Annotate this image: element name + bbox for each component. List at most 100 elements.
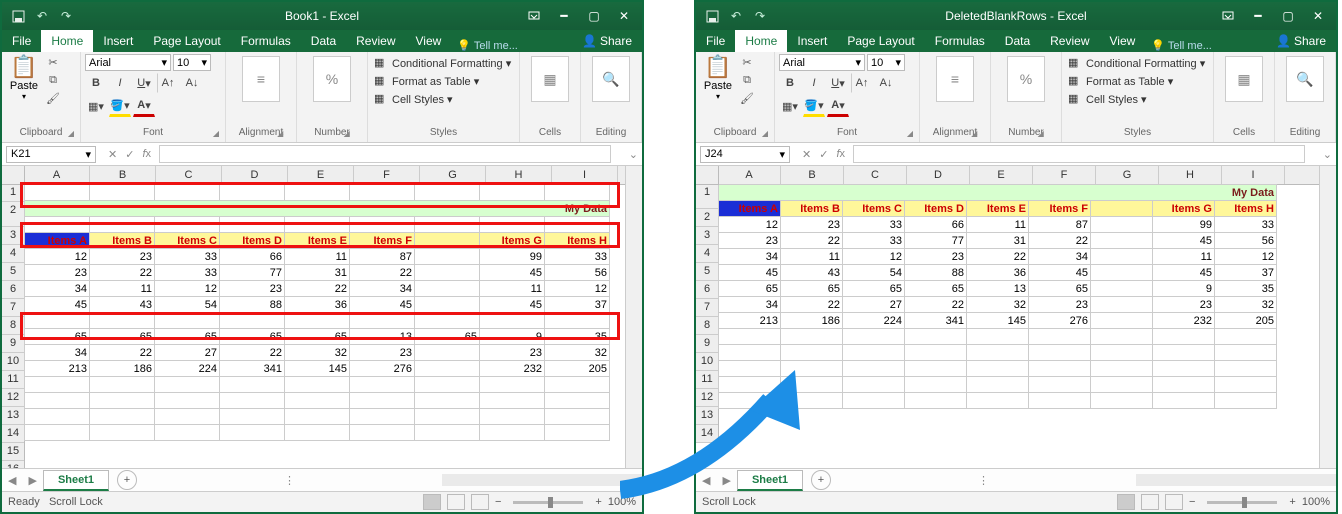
- cell[interactable]: [220, 217, 285, 233]
- zoom-in-button[interactable]: +: [1289, 496, 1295, 508]
- conditional-formatting-button[interactable]: ▦Conditional Formatting ▾: [1066, 54, 1209, 72]
- cell[interactable]: 43: [781, 265, 843, 281]
- cell[interactable]: 12: [155, 281, 220, 297]
- cell[interactable]: [1091, 313, 1153, 329]
- cell[interactable]: 23: [1153, 297, 1215, 313]
- cell[interactable]: [415, 345, 480, 361]
- cell[interactable]: [25, 409, 90, 425]
- cell[interactable]: [155, 425, 220, 441]
- font-size-select[interactable]: 10▾: [867, 54, 905, 71]
- cell[interactable]: [843, 345, 905, 361]
- cell[interactable]: 22: [90, 265, 155, 281]
- cell[interactable]: Items B: [781, 201, 843, 217]
- tab-formulas[interactable]: Formulas: [231, 30, 301, 52]
- cell[interactable]: [545, 313, 610, 329]
- cell[interactable]: 224: [843, 313, 905, 329]
- cell[interactable]: [155, 217, 220, 233]
- cell[interactable]: Items H: [1215, 201, 1277, 217]
- dialog-launcher-icon[interactable]: ◢: [344, 129, 350, 138]
- cell[interactable]: 11: [90, 281, 155, 297]
- dialog-launcher-icon[interactable]: ◢: [907, 129, 913, 138]
- cell[interactable]: 65: [285, 329, 350, 345]
- row-header[interactable]: 9: [696, 335, 718, 353]
- fill-color-button[interactable]: 🪣▾: [109, 95, 131, 117]
- cell[interactable]: 186: [90, 361, 155, 377]
- vertical-scrollbar[interactable]: [625, 166, 642, 468]
- cell[interactable]: [1091, 217, 1153, 233]
- row-header[interactable]: 13: [2, 407, 24, 425]
- page-layout-view-icon[interactable]: [1141, 494, 1159, 510]
- cell[interactable]: 31: [967, 233, 1029, 249]
- row-header[interactable]: 16: [2, 461, 24, 468]
- cell[interactable]: [967, 329, 1029, 345]
- cell[interactable]: [350, 393, 415, 409]
- row-header[interactable]: 14: [696, 425, 718, 443]
- undo-icon[interactable]: ↶: [34, 8, 50, 24]
- cell[interactable]: [90, 185, 155, 201]
- cell[interactable]: [415, 393, 480, 409]
- cell[interactable]: [155, 313, 220, 329]
- tab-view[interactable]: View: [1100, 30, 1146, 52]
- cell[interactable]: [480, 409, 545, 425]
- cell[interactable]: 27: [843, 297, 905, 313]
- fx-icon[interactable]: fx: [142, 148, 151, 160]
- cell[interactable]: 35: [545, 329, 610, 345]
- minimize-button[interactable]: ━: [1244, 5, 1272, 27]
- cell[interactable]: 23: [220, 281, 285, 297]
- cell[interactable]: [90, 425, 155, 441]
- decrease-font-icon[interactable]: A↓: [875, 73, 897, 93]
- cell[interactable]: [843, 329, 905, 345]
- cell[interactable]: Items E: [285, 233, 350, 249]
- cell[interactable]: 22: [781, 297, 843, 313]
- horizontal-scrollbar[interactable]: [1136, 474, 1336, 486]
- sheet-nav-next-icon[interactable]: ▶: [22, 474, 42, 487]
- cell[interactable]: [350, 409, 415, 425]
- sheet-tab[interactable]: Sheet1: [737, 470, 803, 491]
- cell[interactable]: 341: [220, 361, 285, 377]
- cell[interactable]: 27: [155, 345, 220, 361]
- find-icon[interactable]: 🔍: [592, 56, 630, 102]
- col-header[interactable]: F: [1033, 166, 1096, 184]
- cell[interactable]: [415, 217, 480, 233]
- cell[interactable]: 65: [415, 329, 480, 345]
- tab-split-icon[interactable]: ⋮: [278, 474, 301, 487]
- cell[interactable]: Items H: [545, 233, 610, 249]
- name-box[interactable]: K21▾: [6, 146, 96, 163]
- col-header[interactable]: C: [844, 166, 907, 184]
- cell[interactable]: [285, 393, 350, 409]
- enter-icon[interactable]: ✓: [125, 148, 134, 161]
- cell[interactable]: [1029, 377, 1091, 393]
- cell[interactable]: 13: [967, 281, 1029, 297]
- cell[interactable]: 11: [967, 217, 1029, 233]
- tab-home[interactable]: Home: [735, 30, 787, 52]
- cell[interactable]: 22: [285, 281, 350, 297]
- col-header[interactable]: G: [1096, 166, 1159, 184]
- cell[interactable]: [220, 425, 285, 441]
- cell-grid[interactable]: My DataItems AItems BItems CItems DItems…: [718, 184, 1277, 409]
- row-header[interactable]: 1: [2, 184, 24, 202]
- cell[interactable]: 33: [843, 233, 905, 249]
- cell[interactable]: 99: [480, 249, 545, 265]
- col-header[interactable]: I: [552, 166, 618, 184]
- cell[interactable]: 32: [545, 345, 610, 361]
- cell[interactable]: Items E: [967, 201, 1029, 217]
- cell[interactable]: 37: [1215, 265, 1277, 281]
- paste-button[interactable]: 📋Paste▾: [6, 54, 42, 106]
- row-header[interactable]: 3: [2, 227, 24, 245]
- zoom-out-button[interactable]: −: [495, 496, 501, 508]
- cell[interactable]: 22: [967, 249, 1029, 265]
- cell[interactable]: [905, 377, 967, 393]
- cell[interactable]: [719, 345, 781, 361]
- cell[interactable]: 65: [719, 281, 781, 297]
- cell[interactable]: Items D: [220, 233, 285, 249]
- cell[interactable]: [350, 185, 415, 201]
- cell[interactable]: 145: [285, 361, 350, 377]
- tab-data[interactable]: Data: [995, 30, 1040, 52]
- cell[interactable]: [90, 313, 155, 329]
- cell[interactable]: [545, 217, 610, 233]
- cell[interactable]: 77: [220, 265, 285, 281]
- cell[interactable]: 22: [781, 233, 843, 249]
- row-header[interactable]: 8: [696, 317, 718, 335]
- cell[interactable]: [285, 425, 350, 441]
- col-header[interactable]: A: [718, 166, 781, 184]
